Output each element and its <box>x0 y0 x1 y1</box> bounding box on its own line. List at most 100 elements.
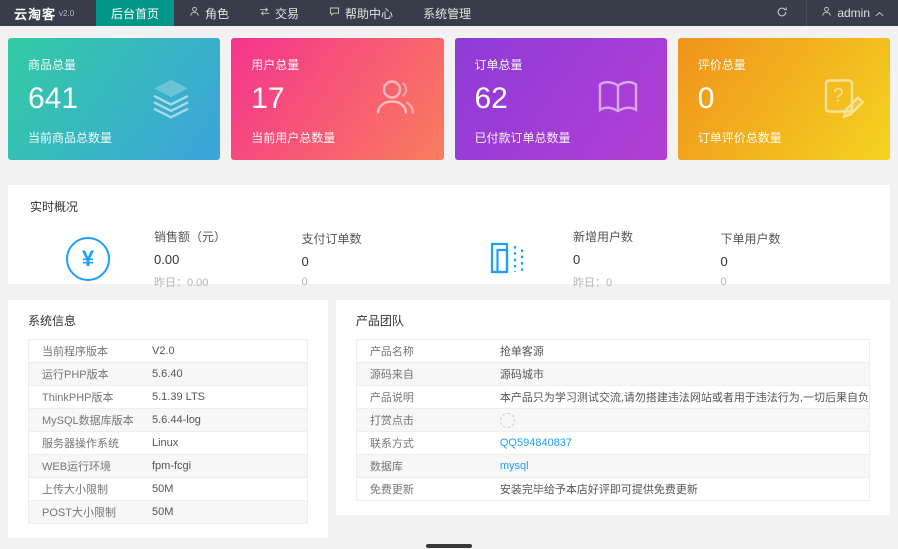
row-value: 50M <box>152 483 174 495</box>
product-team-panel: 产品团队 产品名称 抢单客源 源码来自 源码城市 产品说明 本产品只为学习测试交… <box>335 300 890 515</box>
stat-card-subtitle: 当前商品总数量 <box>28 131 113 145</box>
table-row: 上传大小限制 50M <box>29 478 307 501</box>
chat-icon <box>329 6 340 20</box>
user-icon <box>189 6 200 20</box>
stat-card-title: 商品总量 <box>28 58 77 72</box>
row-label: 数据库 <box>369 461 403 473</box>
metric-yesterday: 昨日：0 <box>573 277 613 289</box>
row-value: 50M <box>152 506 174 518</box>
row-label: 源码来自 <box>369 369 414 381</box>
metric-yesterday: 昨日：0.00 <box>154 277 209 289</box>
nav-item-label: 系统管理 <box>423 6 472 21</box>
stat-cards-row: 商品总量 641 当前商品总数量 用户总量 17 当前用户总数量 订单总量 62… <box>0 26 898 160</box>
row-label: 产品说明 <box>369 392 414 404</box>
user-name: admin <box>837 6 870 20</box>
table-row: 产品说明 本产品只为学习测试交流,请勿搭建违法网站或者用于违法行为,一切后果自负 <box>356 386 869 409</box>
row-value: 5.6.40 <box>152 368 183 380</box>
row-label: ThinkPHP版本 <box>42 392 114 404</box>
row-label: 产品名称 <box>369 346 414 358</box>
footer-bar <box>426 544 472 548</box>
app-logo-text: 云淘客 <box>14 6 57 22</box>
overview-body: ¥ 销售额（元） 0.00 昨日：0.00 支付订单数 0 0 新增用户数 0 … <box>30 228 868 290</box>
user-menu[interactable]: admin <box>806 0 898 26</box>
product-team-table: 产品名称 抢单客源 源码来自 源码城市 产品说明 本产品只为学习测试交流,请勿搭… <box>355 339 870 501</box>
table-row: 免费更新 安装完毕给予本店好评即可提供免费更新 <box>356 478 869 501</box>
metric-value: 0 <box>720 254 728 269</box>
row-label: 服务器操作系统 <box>42 438 119 450</box>
nav-item-trade[interactable]: 交易 <box>244 0 314 26</box>
metric-value: 0 <box>573 252 581 267</box>
stat-card-title: 订单总量 <box>474 58 523 72</box>
product-team-title: 产品团队 <box>355 314 404 328</box>
layers-icon <box>146 74 196 125</box>
row-value: 5.1.39 LTS <box>152 391 205 403</box>
metric-yesterday: 0 <box>720 276 727 288</box>
metric-value: 0 <box>301 254 309 269</box>
row-value[interactable]: mysql <box>500 460 529 472</box>
row-value[interactable]: QQ594840837 <box>500 437 572 449</box>
building-icon <box>485 236 529 283</box>
table-row: POST大小限制 50M <box>29 501 307 524</box>
table-row: 打赏点击 <box>356 409 869 432</box>
overview-group-users: 新增用户数 0 昨日：0 下单用户数 0 0 <box>449 228 868 290</box>
table-row: 产品名称 抢单客源 <box>356 340 869 363</box>
system-info-title: 系统信息 <box>28 314 77 328</box>
app-logo[interactable]: 云淘客 v2.0 <box>0 0 96 26</box>
top-navbar: 云淘客 v2.0 后台首页 角色 交易 帮助中心 系统管理 admin <box>0 0 898 26</box>
stat-card-subtitle: 订单评价总数量 <box>697 131 782 145</box>
nav-item-home[interactable]: 后台首页 <box>96 0 175 26</box>
nav-item-label: 后台首页 <box>111 6 160 21</box>
realtime-overview-panel: 实时概况 ¥ 销售额（元） 0.00 昨日：0.00 支付订单数 0 0 新增用… <box>8 185 890 289</box>
row-value: 本产品只为学习测试交流,请勿搭建违法网站或者用于违法行为,一切后果自负 <box>499 392 869 404</box>
bottom-panels: 系统信息 当前程序版本 V2.0 运行PHP版本 5.6.40 ThinkPHP… <box>0 284 898 538</box>
stat-card-users[interactable]: 用户总量 17 当前用户总数量 <box>231 38 444 160</box>
nav-item-help-center[interactable]: 帮助中心 <box>314 0 408 26</box>
row-value: 源码城市 <box>499 369 544 381</box>
table-row: 运行PHP版本 5.6.40 <box>29 363 307 386</box>
table-row: WEB运行环境 fpm-fcgi <box>29 455 307 478</box>
row-value: fpm-fcgi <box>152 460 192 472</box>
row-label: MySQL数据库版本 <box>42 415 134 427</box>
exchange-icon <box>259 6 270 20</box>
metric-label: 销售额（元） <box>154 230 227 244</box>
book-icon <box>593 74 643 125</box>
overview-group-sales: ¥ 销售额（元） 0.00 昨日：0.00 支付订单数 0 0 <box>30 228 449 290</box>
table-row: 数据库 mysql <box>356 455 869 478</box>
metric-yesterday: 0 <box>301 276 308 288</box>
row-value: Linux <box>152 437 179 449</box>
row-label: POST大小限制 <box>42 507 116 519</box>
app-version: v2.0 <box>59 8 75 18</box>
metric-label: 新增用户数 <box>573 230 634 244</box>
table-row: MySQL数据库版本 5.6.44-log <box>29 409 307 432</box>
table-row: 源码来自 源码城市 <box>356 363 869 386</box>
nav-item-label: 角色 <box>205 6 230 21</box>
metric-value: 0.00 <box>154 252 180 267</box>
stat-card-reviews[interactable]: 评价总量 0 订单评价总数量 ? <box>677 38 890 160</box>
refresh-icon <box>776 6 788 21</box>
table-row: 当前程序版本 V2.0 <box>29 340 307 363</box>
row-label: 运行PHP版本 <box>42 369 109 381</box>
metric-paid-orders: 支付订单数 0 0 <box>302 230 450 288</box>
row-label: 当前程序版本 <box>42 346 108 358</box>
metric-label: 支付订单数 <box>301 232 362 246</box>
system-info-panel: 系统信息 当前程序版本 V2.0 运行PHP版本 5.6.40 ThinkPHP… <box>8 300 328 538</box>
overview-title: 实时概况 <box>30 200 79 214</box>
nav-item-roles[interactable]: 角色 <box>174 0 244 26</box>
row-label: 免费更新 <box>369 484 414 496</box>
svg-text:?: ? <box>833 86 844 107</box>
stat-card-products[interactable]: 商品总量 641 当前商品总数量 <box>8 38 221 160</box>
review-icon: ? <box>816 74 866 125</box>
refresh-button[interactable] <box>758 0 806 26</box>
row-value: 5.6.44-log <box>152 414 201 426</box>
users-icon <box>370 74 420 125</box>
stat-card-title: 用户总量 <box>251 58 300 72</box>
row-value: 安装完毕给予本店好评即可提供免费更新 <box>499 484 698 496</box>
metric-sales: 销售额（元） 0.00 昨日：0.00 <box>154 228 302 290</box>
row-value: V2.0 <box>152 345 175 357</box>
row-label: 联系方式 <box>369 438 414 450</box>
stat-card-subtitle: 当前用户总数量 <box>251 131 336 145</box>
row-label: 打赏点击 <box>369 415 414 427</box>
nav-item-system-admin[interactable]: 系统管理 <box>408 0 486 26</box>
nav-item-label: 帮助中心 <box>345 6 394 21</box>
stat-card-orders[interactable]: 订单总量 62 已付款订单总数量 <box>454 38 667 160</box>
